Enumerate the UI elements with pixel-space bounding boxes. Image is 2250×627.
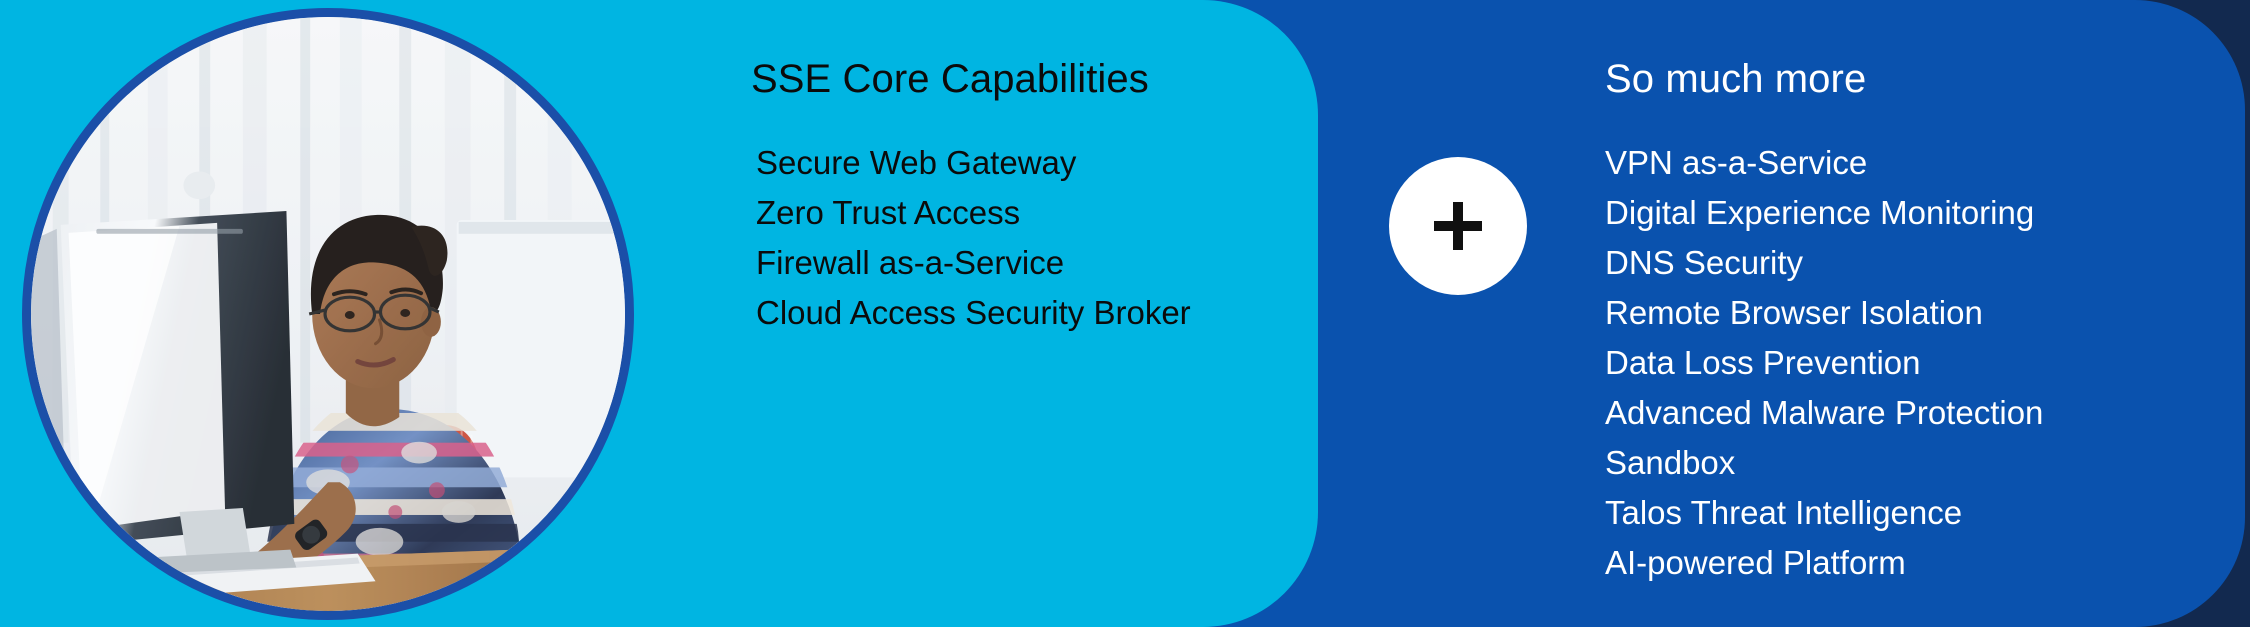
plus-badge [1389,157,1527,295]
sse-core-capabilities-list: Secure Web Gateway Zero Trust Access Fir… [748,138,1308,338]
list-item: Digital Experience Monitoring [1605,194,2035,231]
sse-core-capabilities-heading: SSE Core Capabilities [751,57,1149,101]
list-item: Remote Browser Isolation [1605,294,1983,331]
so-much-more-column: So much more VPN as-a-Service Digital Ex… [1605,58,2225,588]
list-item: Data Loss Prevention [1605,344,1921,381]
list-item: Secure Web Gateway [756,144,1077,181]
sse-capabilities-banner: SSE Core Capabilities Secure Web Gateway… [0,0,2250,627]
list-item: AI-powered Platform [1605,544,1906,581]
list-item: Cloud Access Security Broker [756,294,1191,331]
so-much-more-heading: So much more [1605,57,1867,101]
list-item: Zero Trust Access [756,194,1021,231]
office-worker-photo [22,8,634,620]
list-item: DNS Security [1605,244,1804,281]
photo-clip [31,17,625,611]
plus-icon [1434,202,1482,250]
photo-illustration [31,17,625,611]
so-much-more-list: VPN as-a-Service Digital Experience Moni… [1605,138,2225,588]
list-item: Advanced Malware Protection [1605,394,2044,431]
list-item: VPN as-a-Service [1605,144,1868,181]
list-item: Sandbox [1605,444,1736,481]
sse-core-capabilities-column: SSE Core Capabilities Secure Web Gateway… [748,58,1308,338]
list-item: Firewall as-a-Service [756,244,1065,281]
list-item: Talos Threat Intelligence [1605,494,1963,531]
